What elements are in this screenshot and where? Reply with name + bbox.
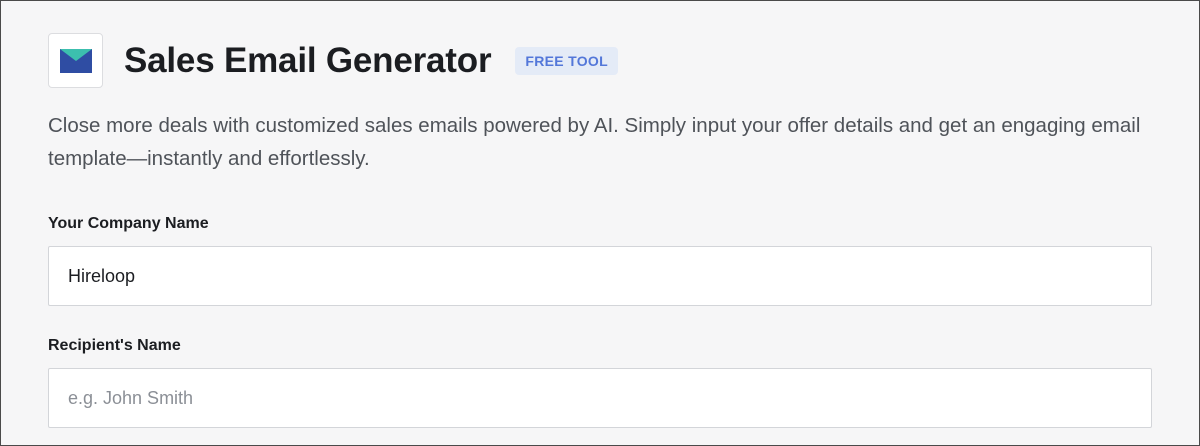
- page-title: Sales Email Generator: [124, 40, 492, 80]
- recipient-name-label: Recipient's Name: [48, 337, 181, 354]
- company-name-label: Your Company Name: [48, 215, 209, 232]
- company-name-input[interactable]: [48, 246, 1152, 306]
- header: Sales Email Generator FREE TOOL: [48, 32, 618, 89]
- tool-description: Close more deals with customized sales e…: [48, 114, 1141, 170]
- free-tool-badge: FREE TOOL: [515, 46, 618, 75]
- envelope-icon: [59, 48, 92, 73]
- page-frame: Sales Email Generator FREE TOOL Close mo…: [0, 0, 1200, 446]
- logo: [48, 33, 103, 88]
- recipient-name-input[interactable]: [48, 368, 1152, 428]
